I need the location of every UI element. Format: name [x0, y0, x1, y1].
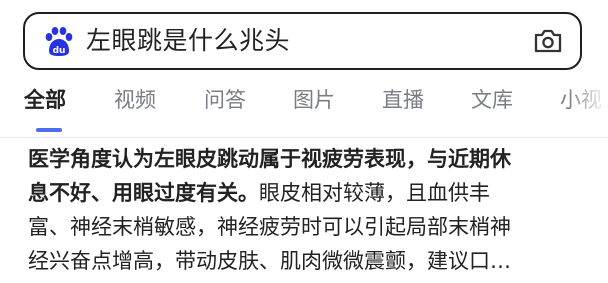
result-snippet[interactable]: 医学角度认为左眼皮跳动属于视疲劳表现，与近期休 息不好、用眼过度有关。眼皮相对较…	[28, 142, 584, 278]
tabs-scroll-fade	[568, 84, 608, 120]
search-bar[interactable]: du 左眼跳是什么兆头	[23, 12, 582, 70]
snippet-highlight: 医学角度认为左眼皮跳动属于视疲劳表现，与近期休	[28, 147, 511, 171]
snippet-text: 眼皮相对较薄，且血供丰	[259, 181, 490, 205]
active-tab-indicator	[36, 128, 62, 132]
baidu-logo-icon[interactable]: du	[43, 26, 75, 56]
tab-library[interactable]: 文库	[471, 84, 513, 116]
camera-icon[interactable]	[533, 28, 563, 54]
snippet-text: 经兴奋点增高，带动皮肤、肌肉微微震颤，建议口…	[28, 249, 511, 273]
tab-live[interactable]: 直播	[382, 84, 424, 116]
tab-video[interactable]: 视频	[114, 84, 156, 116]
tab-images[interactable]: 图片	[293, 84, 335, 116]
snippet-text: 富、神经末梢敏感，神经疲劳时可以引起局部末梢神	[28, 215, 511, 239]
divider	[0, 137, 608, 138]
search-input[interactable]: 左眼跳是什么兆头	[86, 25, 290, 57]
svg-text:du: du	[53, 46, 66, 56]
search-tabs: 全部 视频 问答 图片 直播 文库 小视	[0, 84, 608, 118]
snippet-highlight: 息不好、用眼过度有关。	[28, 181, 259, 205]
tab-all[interactable]: 全部	[24, 84, 66, 116]
tab-qa[interactable]: 问答	[204, 84, 246, 116]
